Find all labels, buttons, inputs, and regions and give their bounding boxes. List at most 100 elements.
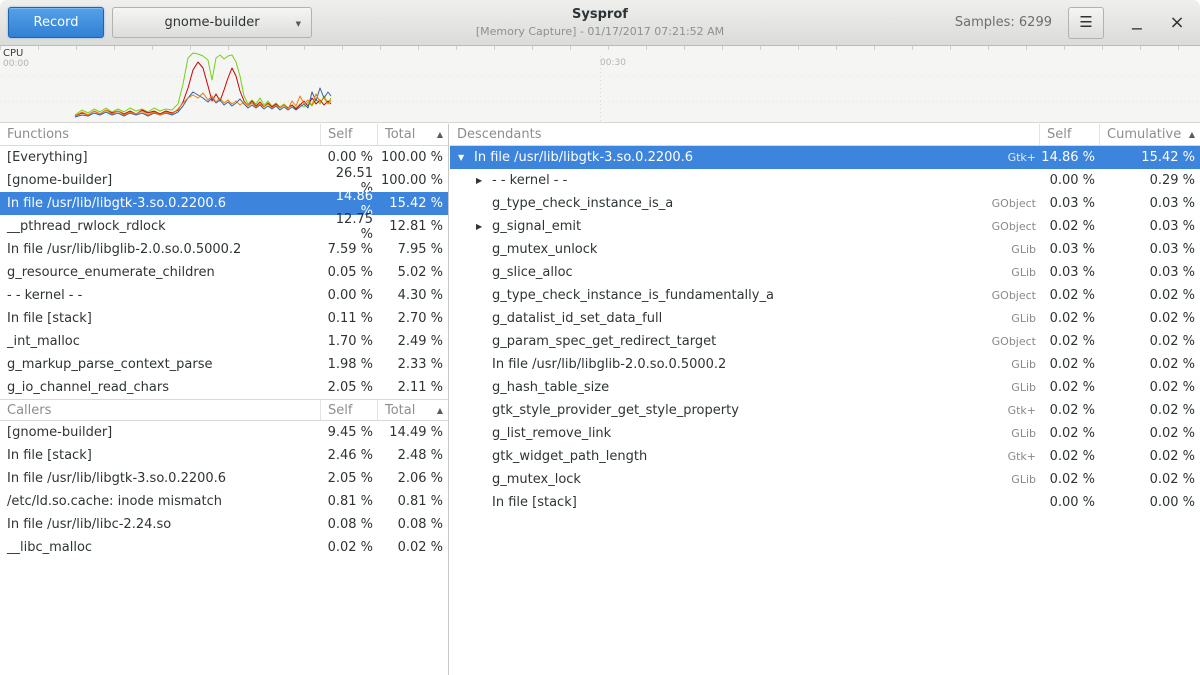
function-row[interactable]: In file [stack]0.11 %2.70 %	[0, 307, 448, 330]
function-row-name: [gnome-builder]	[0, 173, 321, 188]
caller-row[interactable]: [gnome-builder]9.45 %14.49 %	[0, 421, 448, 444]
descendant-name: g_signal_emit	[492, 219, 581, 234]
cumulative-value: 0.03 %	[1100, 265, 1200, 280]
caller-row-name: /etc/ld.so.cache: inode mismatch	[0, 494, 321, 509]
caller-row[interactable]: In file /usr/lib/libc-2.24.so0.08 %0.08 …	[0, 513, 448, 536]
self-value: 2.05 %	[321, 380, 378, 395]
descendant-row[interactable]: ▶- - kernel - -0.00 %0.29 %	[450, 169, 1200, 192]
header-bar: Record gnome-builder ▼ Sysprof [Memory C…	[0, 0, 1200, 46]
record-button[interactable]: Record	[8, 7, 104, 38]
descendants-cumulative-label: Cumulative	[1107, 127, 1181, 142]
descendant-name-cell: In file [stack]	[450, 495, 978, 510]
function-row-name: __pthread_rwlock_rdlock	[0, 219, 321, 234]
caller-row-name: In file [stack]	[0, 448, 321, 463]
function-row[interactable]: _int_malloc1.70 %2.49 %	[0, 330, 448, 353]
callers-self-column-header[interactable]: Self	[321, 400, 378, 420]
descendant-row[interactable]: g_slice_allocGLib0.03 %0.03 %	[450, 261, 1200, 284]
descendant-row[interactable]: g_hash_table_sizeGLib0.02 %0.02 %	[450, 376, 1200, 399]
library-tag: Gtk+	[978, 404, 1040, 417]
menu-button[interactable]: ☰	[1068, 7, 1104, 39]
library-tag: GLib	[978, 381, 1040, 394]
app-title: Sysprof	[476, 7, 724, 22]
descendant-name: g_param_spec_get_redirect_target	[492, 334, 716, 349]
caller-row[interactable]: In file [stack]2.46 %2.48 %	[0, 444, 448, 467]
function-row[interactable]: - - kernel - -0.00 %4.30 %	[0, 284, 448, 307]
function-row[interactable]: In file /usr/lib/libglib-2.0.so.0.5000.2…	[0, 238, 448, 261]
descendant-name: g_mutex_unlock	[492, 242, 597, 257]
cumulative-value: 0.00 %	[1100, 495, 1200, 510]
self-value: 7.59 %	[321, 242, 378, 257]
descendant-row[interactable]: In file [stack] 0.00 %0.00 %	[450, 491, 1200, 514]
self-value: 0.00 %	[321, 150, 378, 165]
descendants-column-header[interactable]: Descendants	[450, 124, 1040, 145]
descendant-row[interactable]: ▶g_signal_emitGObject0.02 %0.03 %	[450, 215, 1200, 238]
descendant-row[interactable]: gtk_style_provider_get_style_propertyGtk…	[450, 399, 1200, 422]
functions-total-column-header[interactable]: Total ▲	[378, 124, 448, 145]
self-value: 0.02 %	[1040, 449, 1100, 464]
descendant-name: gtk_widget_path_length	[492, 449, 647, 464]
self-value: 2.05 %	[321, 471, 378, 486]
function-row[interactable]: In file /usr/lib/libgtk-3.so.0.2200.614.…	[0, 192, 448, 215]
self-value: 0.00 %	[1040, 495, 1100, 510]
function-row[interactable]: g_io_channel_read_chars2.05 %2.11 %	[0, 376, 448, 399]
total-value: 2.70 %	[378, 311, 448, 326]
function-row[interactable]: [gnome-builder]26.51 %100.00 %	[0, 169, 448, 192]
descendant-name-cell: ▶g_signal_emit	[450, 219, 978, 234]
descendant-row[interactable]: gtk_widget_path_lengthGtk+0.02 %0.02 %	[450, 445, 1200, 468]
function-row[interactable]: g_markup_parse_context_parse1.98 %2.33 %	[0, 353, 448, 376]
descendant-name-cell: g_type_check_instance_is_fundamentally_a	[450, 288, 978, 303]
descendant-row[interactable]: g_datalist_id_set_data_fullGLib0.02 %0.0…	[450, 307, 1200, 330]
total-value: 15.42 %	[378, 196, 448, 211]
callers-header-row: Callers Self Total ▲	[0, 399, 448, 421]
functions-column-header[interactable]: Functions	[0, 124, 321, 145]
expander-collapsed-icon[interactable]: ▶	[476, 222, 492, 231]
expander-expanded-icon[interactable]: ▼	[458, 153, 474, 162]
caller-row-name: __libc_malloc	[0, 540, 321, 555]
self-value: 0.11 %	[321, 311, 378, 326]
library-tag: Gtk+	[978, 151, 1040, 164]
expander-collapsed-icon[interactable]: ▶	[476, 176, 492, 185]
descendants-cumulative-column-header[interactable]: Cumulative ▲	[1100, 124, 1200, 145]
descendant-row[interactable]: g_list_remove_linkGLib0.02 %0.02 %	[450, 422, 1200, 445]
descendants-self-column-header[interactable]: Self	[1040, 124, 1100, 145]
process-selector-label: gnome-builder	[164, 15, 259, 30]
functions-self-column-header[interactable]: Self	[321, 124, 378, 145]
total-value: 5.02 %	[378, 265, 448, 280]
descendant-name-cell: gtk_widget_path_length	[450, 449, 978, 464]
cumulative-value: 0.02 %	[1100, 311, 1200, 326]
close-button[interactable]: ×	[1162, 7, 1192, 39]
self-value: 0.03 %	[1040, 265, 1100, 280]
callers-column-header[interactable]: Callers	[0, 400, 321, 420]
cumulative-value: 0.02 %	[1100, 288, 1200, 303]
self-value: 0.00 %	[1040, 173, 1100, 188]
self-value: 12.75 %	[321, 212, 378, 242]
cpu-graph[interactable]: CPU 00:00 00:30	[0, 46, 1200, 123]
total-value: 2.11 %	[378, 380, 448, 395]
descendant-row[interactable]: g_type_check_instance_is_aGObject0.03 %0…	[450, 192, 1200, 215]
cumulative-value: 0.02 %	[1100, 426, 1200, 441]
descendant-row[interactable]: g_param_spec_get_redirect_targetGObject0…	[450, 330, 1200, 353]
function-row[interactable]: [Everything]0.00 %100.00 %	[0, 146, 448, 169]
cumulative-value: 15.42 %	[1100, 150, 1200, 165]
descendant-row[interactable]: g_type_check_instance_is_fundamentally_a…	[450, 284, 1200, 307]
descendant-name-cell: g_hash_table_size	[450, 380, 978, 395]
minimize-button[interactable]: −	[1122, 7, 1152, 39]
self-value: 14.86 %	[1040, 150, 1100, 165]
function-row[interactable]: g_resource_enumerate_children0.05 %5.02 …	[0, 261, 448, 284]
caller-row[interactable]: In file /usr/lib/libgtk-3.so.0.2200.62.0…	[0, 467, 448, 490]
library-tag: GLib	[978, 243, 1040, 256]
descendant-name: In file /usr/lib/libglib-2.0.so.0.5000.2	[492, 357, 726, 372]
descendant-name: In file [stack]	[492, 495, 577, 510]
library-tag: GLib	[978, 473, 1040, 486]
descendant-row[interactable]: g_mutex_lockGLib0.02 %0.02 %	[450, 468, 1200, 491]
caller-row[interactable]: __libc_malloc0.02 %0.02 %	[0, 536, 448, 559]
descendant-name-cell: g_type_check_instance_is_a	[450, 196, 978, 211]
cumulative-value: 0.02 %	[1100, 449, 1200, 464]
descendant-row[interactable]: g_mutex_unlockGLib0.03 %0.03 %	[450, 238, 1200, 261]
descendant-row[interactable]: In file /usr/lib/libglib-2.0.so.0.5000.2…	[450, 353, 1200, 376]
descendant-row[interactable]: ▼In file /usr/lib/libgtk-3.so.0.2200.6Gt…	[450, 146, 1200, 169]
function-row[interactable]: __pthread_rwlock_rdlock12.75 %12.81 %	[0, 215, 448, 238]
callers-total-column-header[interactable]: Total ▲	[378, 400, 448, 420]
process-selector-dropdown[interactable]: gnome-builder ▼	[112, 7, 312, 38]
caller-row[interactable]: /etc/ld.so.cache: inode mismatch0.81 %0.…	[0, 490, 448, 513]
